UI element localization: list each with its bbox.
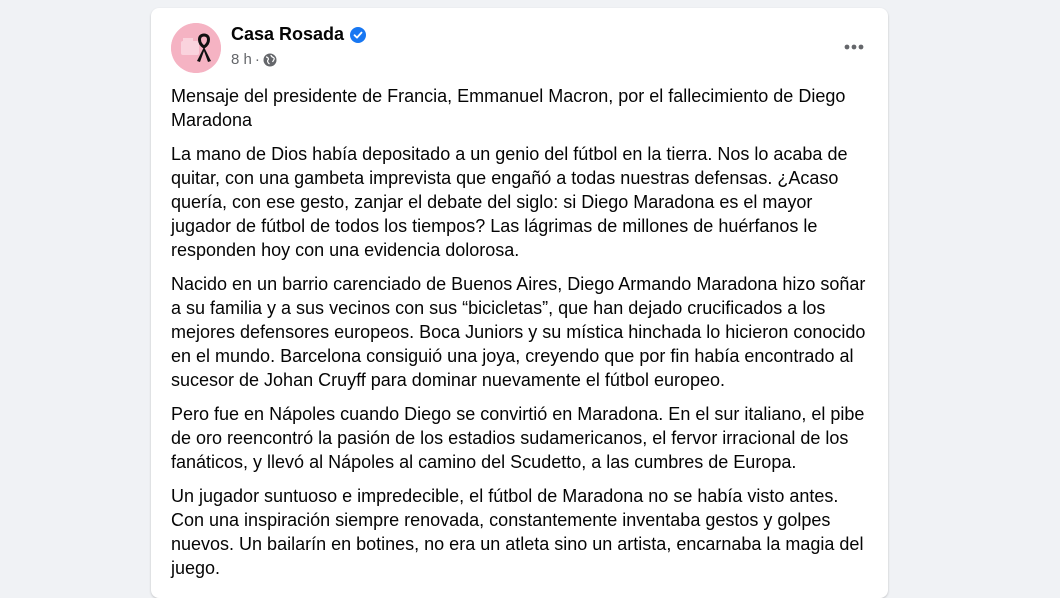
post-meta: 8 h ·	[231, 51, 277, 68]
verified-badge-icon	[350, 26, 367, 43]
post-header: Casa Rosada 8 h ·	[171, 23, 872, 73]
post-timestamp[interactable]: 8 h	[231, 51, 252, 68]
mourning-ribbon-icon	[171, 23, 221, 73]
post-paragraph: Nacido en un barrio carenciado de Buenos…	[171, 274, 866, 390]
author-row: Casa Rosada	[231, 24, 367, 45]
more-options-button[interactable]	[836, 29, 872, 65]
post-paragraph: Un jugador suntuoso e impredecible, el f…	[171, 486, 864, 578]
post-card: Casa Rosada 8 h · Mensaje del presidente…	[151, 8, 888, 598]
post-body: Mensaje del presidente de Francia, Emman…	[171, 84, 873, 590]
post-paragraph: Mensaje del presidente de Francia, Emman…	[171, 86, 846, 130]
meta-separator: ·	[254, 51, 260, 68]
page-name[interactable]: Casa Rosada	[231, 24, 344, 45]
post-paragraph: Pero fue en Nápoles cuando Diego se conv…	[171, 404, 865, 472]
post-paragraph: La mano de Dios había depositado a un ge…	[171, 144, 848, 260]
globe-icon[interactable]	[263, 53, 277, 67]
avatar[interactable]	[171, 23, 221, 73]
more-options-icon	[844, 44, 864, 50]
